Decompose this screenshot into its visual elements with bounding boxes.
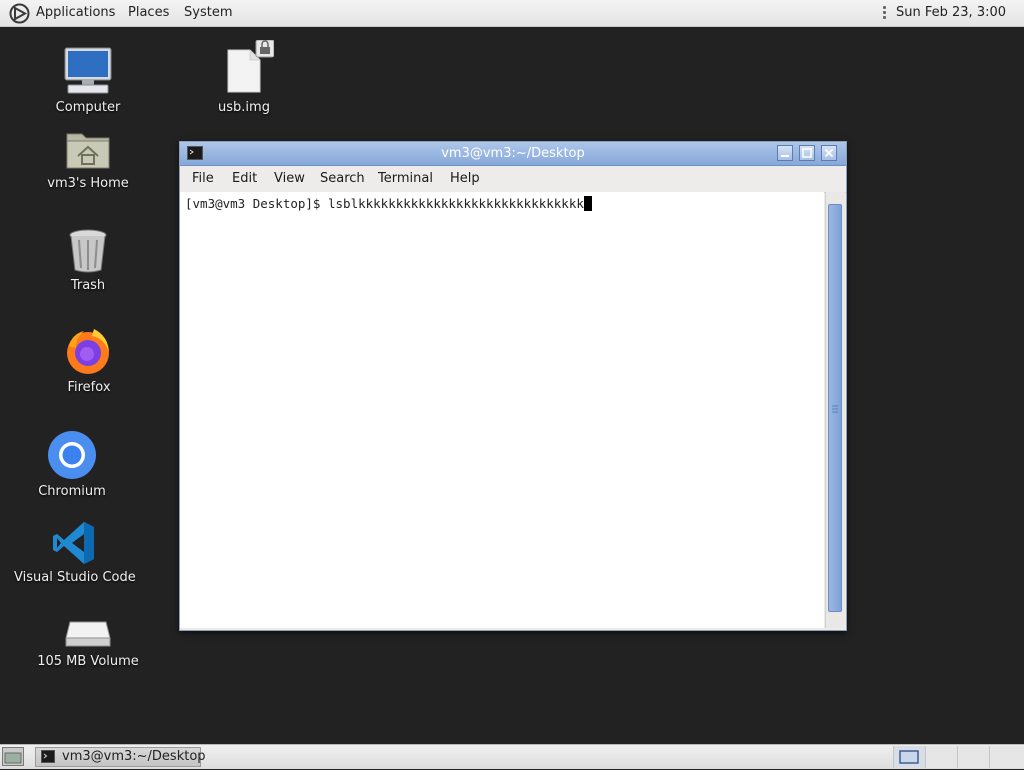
close-icon — [824, 148, 834, 158]
panel-handle-icon — [883, 6, 887, 22]
scrollbar-thumb[interactable] — [828, 204, 842, 612]
workspace-1[interactable] — [893, 746, 925, 768]
desktop-icon-chromium[interactable]: Chromium — [12, 430, 132, 499]
window-thumbnail-icon — [899, 750, 919, 764]
command-line: [vm3@vm3 Desktop]$ lsblkkkkkkkkkkkkkkkkk… — [185, 196, 592, 211]
desktop-icon-usb-img[interactable]: usb.img — [184, 40, 304, 115]
drive-icon — [65, 621, 111, 647]
top-panel: Applications Places System Sun Feb 23, 3… — [0, 0, 1024, 46]
desktop-icon-label: Chromium — [38, 484, 106, 499]
close-button[interactable] — [821, 145, 837, 161]
menu-terminal[interactable]: Terminal — [378, 166, 433, 192]
window-title: vm3@vm3:~/Desktop — [441, 146, 585, 161]
menu-help[interactable]: Help — [450, 166, 480, 192]
home-folder-icon — [66, 133, 110, 169]
menu-edit[interactable]: Edit — [232, 166, 257, 192]
desktop-icon-label: 105 MB Volume — [37, 654, 139, 669]
command-input[interactable]: lsblkkkkkkkkkkkkkkkkkkkkkkkkkkkkkk — [328, 196, 584, 211]
taskbar-button-label: vm3@vm3:~/Desktop — [62, 749, 206, 764]
menu-file[interactable]: File — [192, 166, 214, 192]
desktop-icon-label: Computer — [55, 100, 121, 115]
desktop-icon-label: Firefox — [67, 380, 111, 395]
desktop-icon-firefox[interactable]: Firefox — [29, 326, 149, 395]
desktop-icon-trash[interactable]: Trash — [28, 228, 148, 293]
menu-search[interactable]: Search — [320, 166, 365, 192]
workspace-2[interactable] — [925, 746, 957, 768]
show-desktop-icon[interactable] — [2, 747, 24, 766]
workspace-4[interactable] — [989, 746, 1024, 768]
workspace-3[interactable] — [957, 746, 989, 768]
applications-menu[interactable]: Applications — [36, 0, 115, 26]
terminal-icon — [41, 750, 55, 763]
maximize-button[interactable] — [799, 145, 815, 161]
taskbar-terminal-button[interactable]: vm3@vm3:~/Desktop — [35, 747, 206, 767]
desktop-icon-volume[interactable]: 105 MB Volume — [28, 614, 148, 669]
trash-icon — [69, 229, 107, 273]
shell-prompt: [vm3@vm3 Desktop]$ — [185, 196, 328, 211]
grip-icon — [832, 405, 838, 413]
vscode-icon — [53, 522, 94, 564]
terminal-scrollbar[interactable] — [825, 192, 845, 628]
desktop-icon-home[interactable]: vm3's Home — [28, 128, 148, 191]
file-icon — [227, 40, 274, 93]
places-menu[interactable]: Places — [128, 0, 169, 26]
desktop-icon-label: vm3's Home — [47, 176, 129, 191]
maximize-icon — [802, 148, 812, 158]
terminal-menubar: File Edit View Search Terminal Help — [180, 166, 846, 193]
window-titlebar[interactable]: vm3@vm3:~/Desktop — [180, 142, 846, 166]
clock[interactable]: Sun Feb 23, 3:00 PM — [896, 0, 1024, 46]
terminal-output[interactable]: [vm3@vm3 Desktop]$ lsblkkkkkkkkkkkkkkkkk… — [180, 192, 824, 628]
applications-logo-icon[interactable] — [9, 3, 30, 24]
chromium-icon — [48, 431, 96, 479]
terminal-window[interactable]: vm3@vm3:~/Desktop File Edit View Search … — [179, 141, 847, 631]
minimize-icon — [781, 155, 789, 157]
bottom-panel: vm3@vm3:~/Desktop — [0, 744, 1024, 769]
desktop-icon-computer[interactable]: Computer — [28, 46, 148, 115]
desktop-icon-label: Visual Studio Code — [14, 570, 136, 585]
system-menu[interactable]: System — [184, 0, 232, 26]
desktop-icon-vscode[interactable]: Visual Studio Code — [14, 520, 136, 585]
desktop-icon-label: usb.img — [218, 100, 270, 115]
text-cursor — [583, 196, 592, 211]
minimize-button[interactable] — [777, 145, 793, 161]
firefox-icon — [67, 329, 109, 374]
computer-icon — [64, 47, 112, 94]
menu-view[interactable]: View — [274, 166, 305, 192]
desktop-icon-label: Trash — [70, 278, 106, 293]
